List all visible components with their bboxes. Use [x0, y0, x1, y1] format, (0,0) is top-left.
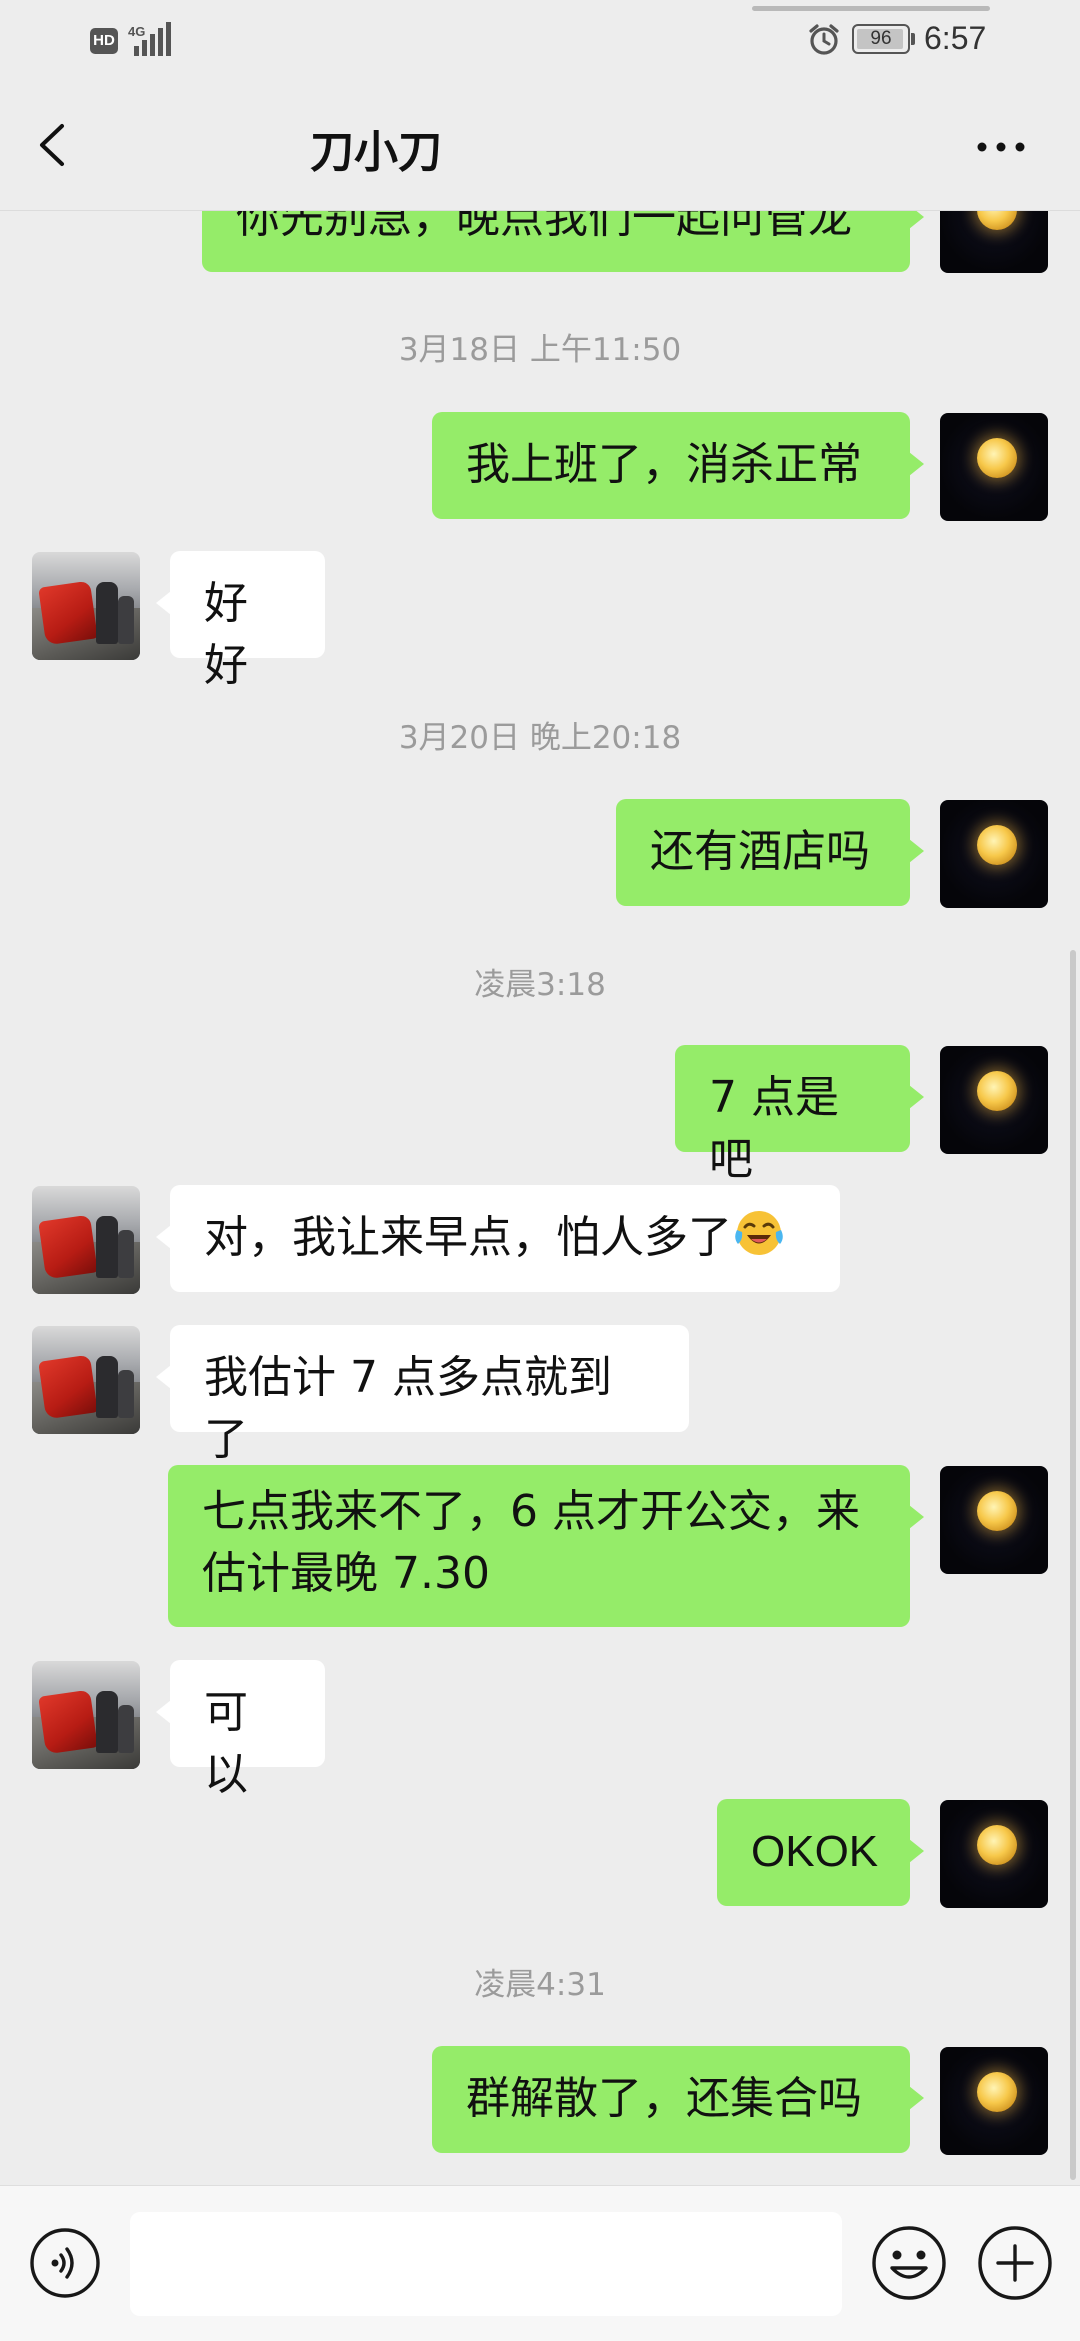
- self-avatar[interactable]: [940, 800, 1048, 908]
- chat-header: 刀小刀: [0, 80, 1080, 211]
- battery-indicator: 96: [852, 24, 910, 54]
- message-bubble-self[interactable]: OKOK: [717, 1799, 924, 1906]
- self-avatar[interactable]: [940, 1466, 1048, 1574]
- message-timestamp: 3月18日 上午11:50: [398, 332, 682, 368]
- hd-badge: HD: [90, 28, 118, 54]
- message-list[interactable]: 你先别急，晚点我们一起问管龙 3月18日 上午11:50 我上班了，消杀正常 好…: [0, 0, 1080, 2185]
- message-bubble-other[interactable]: 好好: [156, 551, 325, 691]
- plus-icon: [978, 2226, 1052, 2300]
- status-bar: HD 4G 96 6:57: [0, 0, 1080, 80]
- message-bubble-self[interactable]: 七点我来不了，6 点才开公交，来 估计最晚 7.30: [168, 1465, 924, 1627]
- chat-title: 刀小刀: [310, 127, 442, 178]
- contact-avatar[interactable]: [32, 1661, 140, 1769]
- battery-level-text: 96: [870, 28, 892, 49]
- self-avatar[interactable]: [940, 413, 1048, 521]
- message-timestamp: 凌晨3:18: [474, 967, 606, 1003]
- back-button[interactable]: [20, 110, 90, 180]
- message-timestamp: 凌晨4:31: [474, 1967, 606, 2003]
- message-bubble-other[interactable]: 对，我让来早点，怕人多了: [156, 1185, 840, 1292]
- message-input[interactable]: [130, 2212, 842, 2316]
- self-avatar[interactable]: [940, 1800, 1048, 1908]
- ellipsis-icon: [977, 142, 1025, 152]
- message-bubble-other[interactable]: 可以: [156, 1660, 325, 1800]
- self-avatar[interactable]: [940, 1046, 1048, 1154]
- scrollbar[interactable]: [1070, 950, 1076, 2180]
- status-time: 6:57: [924, 20, 987, 56]
- message-bubble-self[interactable]: 群解散了，还集合吗: [432, 2046, 924, 2153]
- laughing-crying-emoji-icon: [735, 1211, 783, 1255]
- contact-avatar[interactable]: [32, 1186, 140, 1294]
- contact-avatar[interactable]: [32, 552, 140, 660]
- input-bar: [0, 2185, 1080, 2341]
- contact-avatar[interactable]: [32, 1326, 140, 1434]
- battery-tip: [911, 33, 915, 45]
- more-functions-button[interactable]: [976, 2224, 1054, 2302]
- voice-icon: [30, 2228, 100, 2298]
- message-text: 对，我让来早点，怕人多了: [204, 1212, 732, 1263]
- more-options-button[interactable]: [966, 110, 1036, 180]
- message-bubble-other[interactable]: 我估计 7 点多点就到了: [156, 1325, 689, 1465]
- self-avatar[interactable]: [940, 2047, 1048, 2155]
- message-bubble-self[interactable]: 我上班了，消杀正常: [432, 412, 924, 519]
- message-bubble-self[interactable]: 还有酒店吗: [616, 799, 924, 906]
- chevron-left-icon: [40, 124, 64, 166]
- voice-input-button[interactable]: [28, 2226, 102, 2300]
- message-timestamp: 3月20日 晚上20:18: [398, 720, 682, 756]
- emoji-button[interactable]: [870, 2224, 948, 2302]
- signal-strength-icon: [134, 22, 171, 56]
- smiley-icon: [872, 2226, 946, 2300]
- message-bubble-self[interactable]: 7 点是吧: [675, 1045, 924, 1185]
- alarm-clock-icon: [809, 24, 839, 55]
- status-indicator-pill: [752, 6, 990, 11]
